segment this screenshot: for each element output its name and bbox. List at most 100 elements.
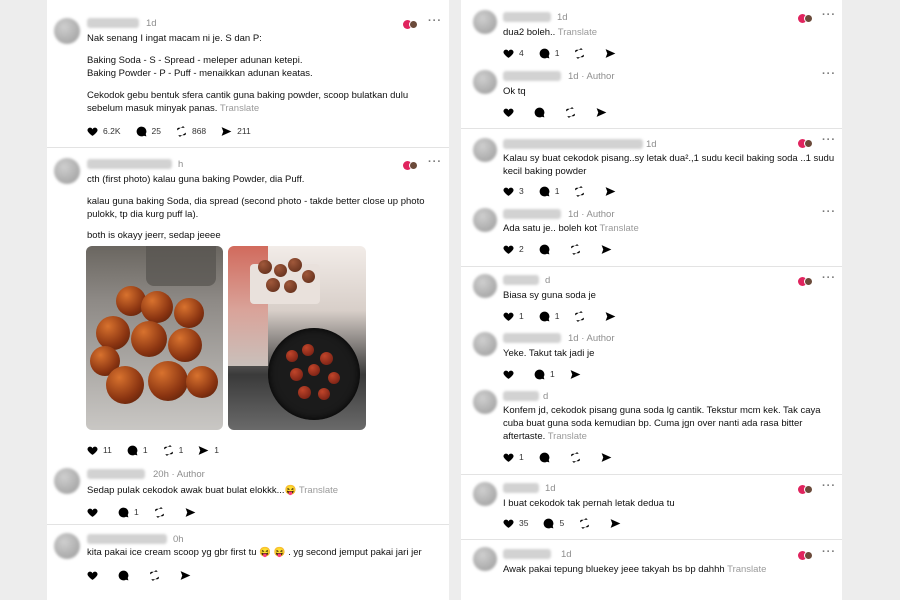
more-icon[interactable]: ··· xyxy=(428,156,442,168)
username[interactable] xyxy=(503,391,539,401)
repost-button[interactable] xyxy=(573,185,590,198)
like-button[interactable]: 11 xyxy=(86,444,112,457)
translate-link[interactable]: Translate xyxy=(299,485,338,496)
share-button[interactable] xyxy=(604,47,621,60)
more-icon[interactable]: ··· xyxy=(822,272,836,284)
avatar[interactable] xyxy=(54,18,80,44)
more-icon[interactable]: ··· xyxy=(822,206,836,218)
avatar[interactable] xyxy=(473,482,497,506)
avatar[interactable] xyxy=(54,533,80,559)
repost-button[interactable] xyxy=(578,517,595,530)
more-icon[interactable]: ··· xyxy=(822,134,836,146)
comment-icon xyxy=(538,47,551,60)
avatar[interactable] xyxy=(54,158,80,184)
like-button[interactable] xyxy=(86,506,103,519)
more-icon[interactable]: ··· xyxy=(428,15,442,27)
username[interactable] xyxy=(87,469,145,479)
action-bar: 1 xyxy=(502,367,600,381)
like-button[interactable]: 4 xyxy=(502,47,524,60)
more-icon[interactable]: ··· xyxy=(822,68,836,80)
cekodok-photo-baking-powder[interactable] xyxy=(86,246,223,430)
share-button[interactable]: 211 xyxy=(220,125,251,138)
translate-link[interactable]: Translate xyxy=(220,103,259,114)
more-icon[interactable]: ··· xyxy=(822,546,836,558)
translate-link[interactable]: Translate xyxy=(727,564,766,575)
repost-button[interactable] xyxy=(148,569,165,582)
reply-button[interactable]: 25 xyxy=(135,125,161,138)
username[interactable] xyxy=(503,549,551,559)
avatar[interactable] xyxy=(473,138,497,162)
translate-link[interactable]: Translate xyxy=(599,223,638,234)
like-button[interactable]: 6.2K xyxy=(86,125,121,138)
like-button[interactable]: 3 xyxy=(502,185,524,198)
like-button[interactable]: 1 xyxy=(502,451,524,464)
avatar[interactable] xyxy=(473,332,497,356)
username[interactable] xyxy=(503,275,539,285)
reply-button[interactable]: 1 xyxy=(533,368,555,381)
share-button[interactable] xyxy=(595,106,612,119)
author-badge: Author xyxy=(176,469,205,480)
share-button[interactable] xyxy=(569,368,586,381)
avatar[interactable] xyxy=(473,208,497,232)
username[interactable] xyxy=(503,209,561,219)
share-button[interactable] xyxy=(600,243,617,256)
repost-button[interactable]: 1 xyxy=(162,444,183,457)
cekodok-photo-baking-soda[interactable] xyxy=(228,246,366,430)
share-button[interactable] xyxy=(179,569,196,582)
reply-button[interactable]: 1 xyxy=(538,310,559,323)
reply-button[interactable] xyxy=(533,106,550,119)
like-button[interactable]: 35 xyxy=(502,517,528,530)
repost-button[interactable] xyxy=(573,47,590,60)
reaction-badge xyxy=(403,20,419,30)
like-button[interactable]: 1 xyxy=(502,310,524,323)
username[interactable] xyxy=(503,12,551,22)
username[interactable] xyxy=(503,71,561,81)
repost-button[interactable] xyxy=(564,106,581,119)
username[interactable] xyxy=(87,18,139,28)
translate-link[interactable]: Translate xyxy=(558,27,597,38)
repost-button[interactable] xyxy=(573,310,590,323)
reply-post: 1d ··· dua2 boleh.. Translate 4 1 xyxy=(461,0,842,62)
reply-button[interactable]: 1 xyxy=(117,506,139,519)
username[interactable] xyxy=(87,159,172,169)
avatar[interactable] xyxy=(473,547,497,571)
avatar[interactable] xyxy=(473,70,497,94)
like-button[interactable]: 2 xyxy=(502,243,524,256)
username[interactable] xyxy=(87,534,167,544)
repost-button[interactable] xyxy=(569,451,586,464)
like-button[interactable] xyxy=(502,106,519,119)
share-button[interactable] xyxy=(604,310,621,323)
share-button[interactable] xyxy=(184,506,201,519)
reply-button[interactable]: 5 xyxy=(542,517,564,530)
avatar[interactable] xyxy=(473,10,497,34)
reply-button[interactable] xyxy=(117,569,134,582)
share-button[interactable] xyxy=(604,185,621,198)
repost-button[interactable] xyxy=(153,506,170,519)
more-icon[interactable]: ··· xyxy=(822,480,836,492)
username[interactable] xyxy=(503,483,539,493)
avatar[interactable] xyxy=(54,468,80,494)
post-time: d xyxy=(543,391,549,402)
reply-text-line: aftertaste. Translate xyxy=(503,431,587,442)
like-button[interactable] xyxy=(502,368,519,381)
username[interactable] xyxy=(503,139,643,149)
translate-link[interactable]: Translate xyxy=(548,431,587,442)
repost-button[interactable] xyxy=(569,243,586,256)
more-icon[interactable]: ··· xyxy=(822,9,836,21)
avatar[interactable] xyxy=(473,274,497,298)
like-button[interactable] xyxy=(86,569,103,582)
reply-button[interactable] xyxy=(538,243,555,256)
share-icon xyxy=(220,125,233,138)
repost-button[interactable]: 868 xyxy=(175,125,206,138)
reply-button[interactable]: 1 xyxy=(538,47,559,60)
repost-icon xyxy=(573,47,586,60)
avatar[interactable] xyxy=(473,390,497,414)
action-bar: 2 xyxy=(502,242,631,256)
share-button[interactable] xyxy=(600,451,617,464)
username[interactable] xyxy=(503,333,561,343)
share-button[interactable]: 1 xyxy=(197,444,219,457)
share-button[interactable] xyxy=(609,517,626,530)
reply-button[interactable] xyxy=(538,451,555,464)
reply-button[interactable]: 1 xyxy=(538,185,559,198)
reply-button[interactable]: 1 xyxy=(126,444,148,457)
